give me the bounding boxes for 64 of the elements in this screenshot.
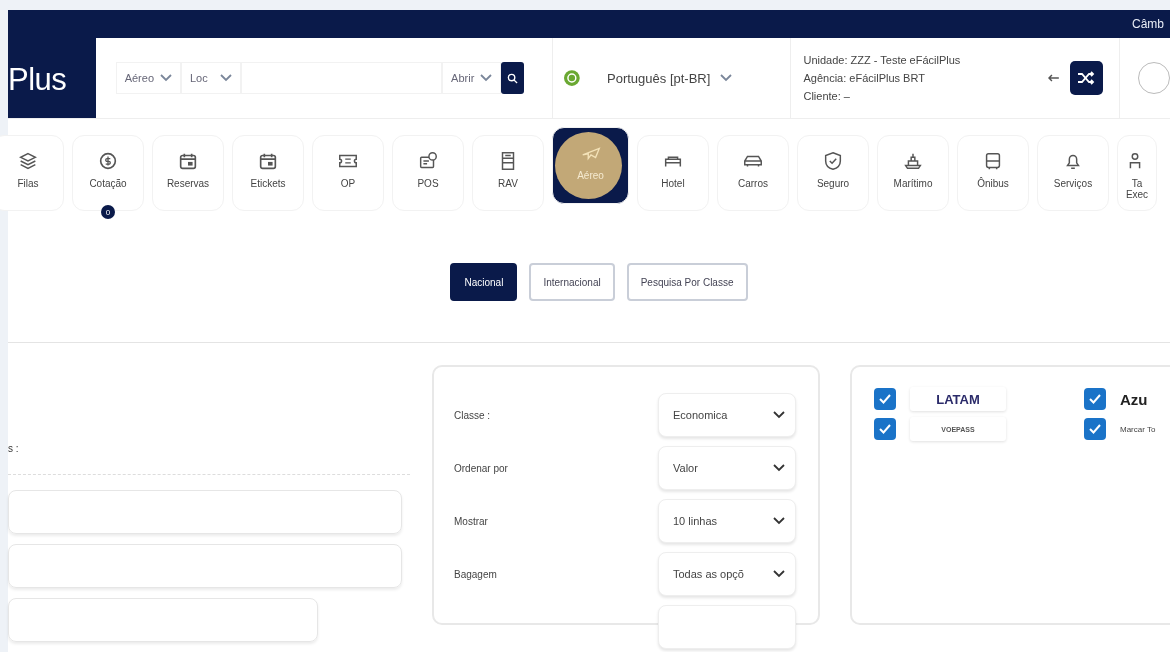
nav-tab[interactable]: Filas xyxy=(0,135,64,212)
input-field[interactable] xyxy=(8,598,318,642)
product-select[interactable]: Aéreo xyxy=(115,62,181,95)
nav-tab[interactable]: Reservas xyxy=(152,135,224,212)
action-select[interactable]: Abrir xyxy=(442,62,502,95)
scope-tab[interactable]: Pesquisa Por Classe xyxy=(626,263,748,302)
scope-tab[interactable]: Internacional xyxy=(529,263,615,302)
client-text: Cliente: – xyxy=(803,90,851,103)
nav-tab[interactable]: OP xyxy=(312,135,384,212)
nav-tab[interactable]: RAV xyxy=(472,135,544,212)
chevron-down-icon xyxy=(480,74,493,83)
chevron-down-icon xyxy=(773,464,785,472)
chevron-down-icon xyxy=(219,74,232,83)
currency-link[interactable]: Câmb xyxy=(1132,17,1164,32)
option-label: Ordenar por xyxy=(454,462,508,474)
check-icon xyxy=(1088,393,1102,405)
nav-tab[interactable]: Carros xyxy=(717,135,789,212)
count-badge: 0 xyxy=(101,205,115,220)
arrow-left-icon[interactable] xyxy=(1047,74,1060,83)
field-label: s : xyxy=(8,443,20,454)
option-label: Bagagem xyxy=(454,568,497,580)
nav-tab[interactable]: Seguro xyxy=(797,135,869,212)
airline-logo: LATAM xyxy=(910,387,1006,411)
nav-tab[interactable]: Serviços xyxy=(1037,135,1109,212)
language-select[interactable]: Português [pt-BR] xyxy=(607,38,775,119)
chevron-down-icon xyxy=(720,74,733,83)
option-select[interactable]: Todas as opçõ xyxy=(658,552,796,596)
option-select[interactable]: 10 linhas xyxy=(658,499,796,543)
chevron-down-icon xyxy=(773,411,785,419)
nav-tab[interactable]: Ta Exec xyxy=(1117,135,1157,212)
check-icon xyxy=(1088,423,1102,435)
input-field[interactable] xyxy=(8,544,402,588)
option-label: Mostrar xyxy=(454,515,488,527)
app-logo: Plus xyxy=(8,38,96,119)
option-select[interactable]: Economica xyxy=(658,393,796,437)
checkbox[interactable] xyxy=(874,388,896,410)
shuffle-button[interactable] xyxy=(1069,61,1103,96)
nav-tab[interactable]: POS xyxy=(392,135,464,212)
status-icon xyxy=(563,69,582,88)
search-type-select[interactable]: Loc xyxy=(181,62,241,95)
nav-tab[interactable]: Marítimo xyxy=(877,135,949,212)
airline-logo: Azu xyxy=(1120,389,1148,410)
scope-tab[interactable]: Nacional xyxy=(450,263,518,302)
check-icon xyxy=(878,393,892,405)
agency-text: Agência: eFácilPlus BRT xyxy=(803,72,926,85)
nav-tab[interactable]: Etickets xyxy=(232,135,304,212)
check-icon xyxy=(878,423,892,435)
chevron-down-icon xyxy=(773,517,785,525)
search-icon xyxy=(507,72,519,84)
chevron-down-icon xyxy=(160,74,172,83)
nav-tab[interactable]: Ônibus xyxy=(957,135,1029,212)
unit-text: Unidade: ZZZ - Teste eFácilPlus xyxy=(803,54,962,67)
shield-icon xyxy=(822,150,844,173)
checkbox[interactable] xyxy=(1084,418,1106,440)
option-select[interactable]: Valor xyxy=(658,446,796,490)
shuffle-icon xyxy=(1077,71,1096,86)
input-field[interactable] xyxy=(8,490,402,534)
checkbox[interactable] xyxy=(874,418,896,440)
nav-tab[interactable]: Hotel xyxy=(637,135,709,212)
checkbox[interactable] xyxy=(1084,388,1106,410)
select-all-label: Marcar To xyxy=(1120,424,1156,434)
option-label: Classe : xyxy=(454,409,491,421)
search-button[interactable] xyxy=(501,62,525,95)
chevron-down-icon xyxy=(773,570,785,578)
